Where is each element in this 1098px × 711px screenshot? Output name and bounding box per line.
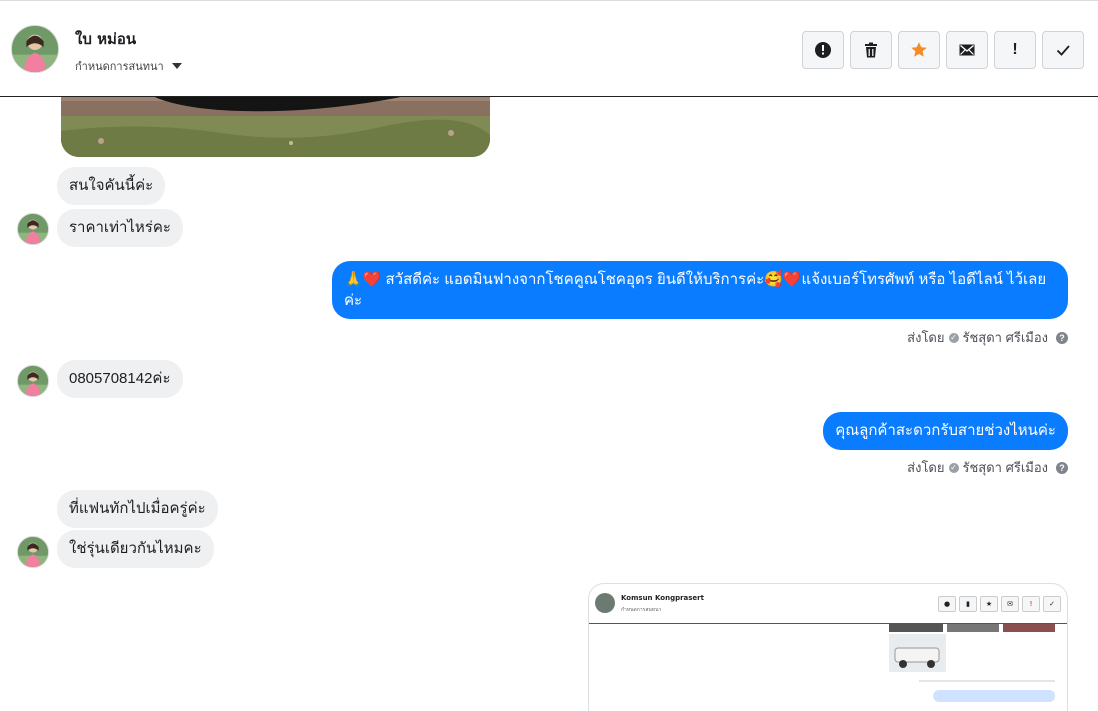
exclamation-icon: ! (1012, 41, 1018, 58)
screenshot-bubble (933, 690, 1055, 702)
sent-by-prefix: ส่งโดย (907, 460, 945, 475)
screenshot-avatar (595, 593, 615, 613)
incoming-message: ใช่รุ่นเดียวกันไหมคะ (57, 530, 214, 568)
conversation-actions: ! (802, 31, 1084, 69)
envelope-icon (959, 44, 975, 56)
outgoing-message: 🙏❤️ สวัสดีค่ะ แอดมินฟางจากโชคคูณโชคอุดร … (332, 261, 1068, 319)
mark-done-button[interactable] (1042, 31, 1084, 69)
envelope-icon: ✉ (1001, 596, 1019, 612)
star-icon: ★ (980, 596, 998, 612)
trash-icon: ▮ (959, 596, 977, 612)
delete-button[interactable] (850, 31, 892, 69)
mark-unread-button[interactable] (946, 31, 988, 69)
messenger-page: ใบ หม่อน กำหนดการสนทนา ! สนใจคันนี้ค่ะ ร… (0, 0, 1098, 711)
sent-by-info: ส่งโดย ✓ รัชสุดา ศรีเมือง ? (907, 457, 1068, 478)
contact-avatar-small (17, 536, 49, 568)
check-icon (1056, 45, 1070, 56)
screenshot-conversation-label: กำหนดการสนทนา (621, 607, 662, 613)
sent-by-info: ส่งโดย ✓ รัชสุดา ศรีเมือง ? (907, 327, 1068, 348)
mark-spam-button[interactable] (802, 31, 844, 69)
incoming-message: 0805708142ค่ะ (57, 360, 183, 398)
incoming-message: ที่แฟนทักไปเมื่อครู่ค่ะ (57, 490, 218, 528)
alert-circle-icon: ● (938, 596, 956, 612)
screenshot-car-photos (889, 624, 1055, 672)
alert-circle-icon (815, 42, 831, 58)
conversation-settings-label: กำหนดการสนทนา (75, 60, 164, 73)
trash-icon (865, 42, 877, 58)
screenshot-contact-name: Komsun Kongprasert (621, 594, 704, 602)
sent-by-agent: รัชสุดา ศรีเมือง (962, 460, 1049, 475)
contact-avatar-small (17, 365, 49, 397)
conversation-header: ใบ หม่อน กำหนดการสนทนา ! (0, 1, 1098, 97)
star-icon (911, 42, 927, 57)
screenshot-text-line (919, 680, 1055, 682)
sent-by-agent: รัชสุดา ศรีเมือง (962, 330, 1049, 345)
check-icon: ✓ (1043, 596, 1061, 612)
follow-up-button[interactable]: ! (994, 31, 1036, 69)
star-button[interactable] (898, 31, 940, 69)
contact-name: ใบ หม่อน (75, 30, 137, 48)
screenshot-header: Komsun Kongprasert กำหนดการสนทนา ● ▮ ★ ✉… (589, 584, 1067, 624)
outgoing-message: คุณลูกค้าสะดวกรับสายช่วงไหนค่ะ (823, 412, 1068, 450)
incoming-message: สนใจคันนี้ค่ะ (57, 167, 166, 205)
conversation-settings-dropdown[interactable]: กำหนดการสนทนา (75, 57, 182, 75)
screenshot-actions: ● ▮ ★ ✉ ! ✓ (938, 596, 1061, 612)
contact-avatar[interactable] (11, 25, 59, 73)
exclamation-icon: ! (1022, 596, 1040, 612)
screenshot-attachment[interactable]: Komsun Kongprasert กำหนดการสนทนา ● ▮ ★ ✉… (588, 583, 1068, 711)
check-icon: ✓ (948, 332, 959, 343)
incoming-message: ราคาเท่าไหร่คะ (57, 209, 183, 247)
check-icon: ✓ (948, 462, 959, 473)
help-icon[interactable]: ? (1056, 461, 1068, 474)
help-icon[interactable]: ? (1056, 331, 1068, 344)
contact-avatar-small (17, 213, 49, 245)
caret-down-icon (171, 63, 182, 69)
sent-by-prefix: ส่งโดย (907, 330, 945, 345)
